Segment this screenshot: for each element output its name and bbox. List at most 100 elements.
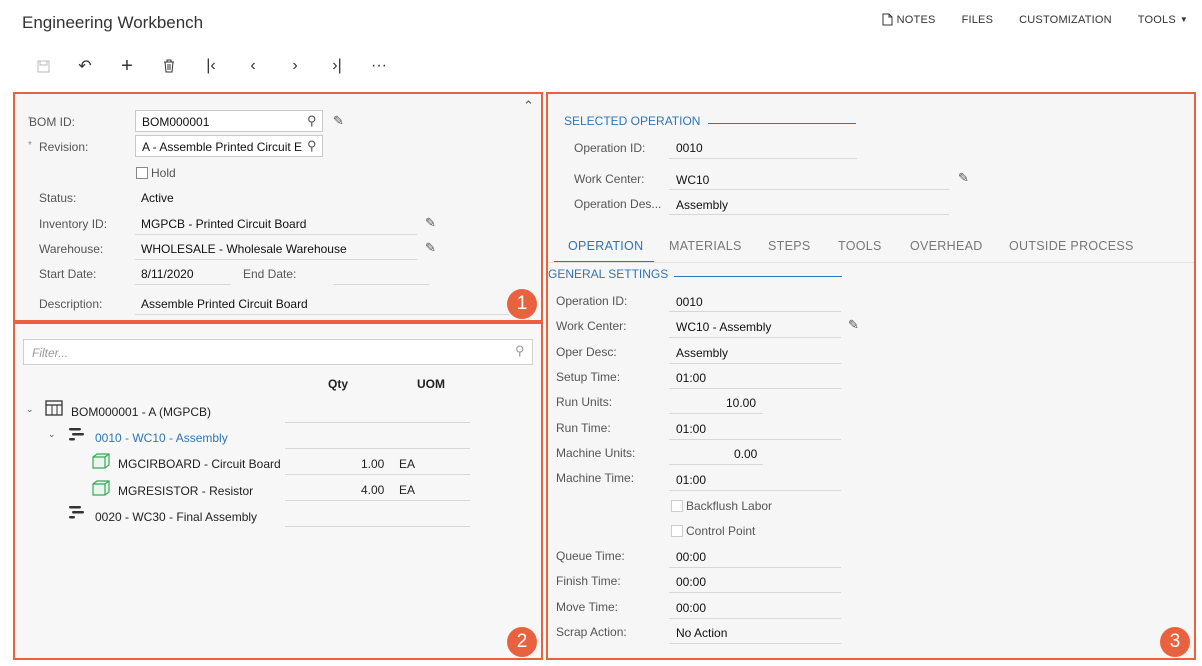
move-time-value[interactable]: 00:00 bbox=[676, 601, 706, 615]
tab-steps[interactable]: STEPS bbox=[768, 239, 811, 253]
prev-button[interactable]: ‹ bbox=[232, 54, 274, 78]
work-center-value[interactable]: WC10 - Assembly bbox=[676, 320, 771, 334]
hold-label: Hold bbox=[151, 166, 176, 180]
status-label: Status: bbox=[39, 191, 77, 205]
start-date-label: Start Date: bbox=[39, 267, 97, 281]
status-value: Active bbox=[141, 191, 174, 205]
first-button[interactable]: |‹ bbox=[190, 54, 232, 78]
backflush-labor-label: Backflush Labor bbox=[686, 499, 773, 513]
description-value[interactable]: Assemble Printed Circuit Board bbox=[141, 297, 308, 311]
toolbar: ↶ + |‹ ‹ › ›| ··· bbox=[22, 54, 400, 78]
machine-time-label: Machine Time: bbox=[556, 471, 635, 485]
prev-icon: ‹ bbox=[250, 57, 256, 74]
run-units-value[interactable]: 10.00 bbox=[726, 396, 756, 410]
warehouse-value[interactable]: WHOLESALE - Wholesale Warehouse bbox=[141, 242, 347, 256]
column-header-qty: Qty bbox=[328, 377, 349, 391]
column-header-uom: UOM bbox=[417, 377, 445, 391]
bom-table-icon bbox=[45, 400, 63, 416]
search-icon[interactable]: ⚲ bbox=[307, 113, 317, 129]
tree-node-label: BOM000001 - A (MGPCB) bbox=[71, 405, 212, 419]
move-time-label: Move Time: bbox=[556, 600, 619, 614]
scrap-action-value[interactable]: No Action bbox=[676, 626, 727, 640]
work-center-label: Work Center: bbox=[574, 172, 645, 186]
start-date-value[interactable]: 8/11/2020 bbox=[141, 267, 194, 281]
filter-input[interactable]: Filter... bbox=[23, 339, 533, 365]
tab-outside-process[interactable]: OUTSIDE PROCESS bbox=[1009, 239, 1134, 253]
collapse-icon[interactable]: ⌃ bbox=[523, 98, 534, 114]
setup-time-label: Setup Time: bbox=[556, 370, 621, 384]
finish-time-label: Finish Time: bbox=[556, 574, 621, 588]
oper-desc-label: Oper Desc: bbox=[556, 345, 617, 359]
finish-time-value[interactable]: 00:00 bbox=[676, 575, 706, 589]
chevron-down-icon[interactable]: ⌄ bbox=[48, 429, 56, 440]
save-icon bbox=[37, 60, 49, 72]
operation-id-label: Operation ID: bbox=[574, 141, 646, 155]
undo-icon: ↶ bbox=[78, 58, 92, 75]
tab-materials[interactable]: MATERIALS bbox=[669, 239, 742, 253]
notes-label: NOTES bbox=[896, 13, 936, 26]
machine-time-value[interactable]: 01:00 bbox=[676, 473, 706, 487]
inventory-id-value[interactable]: MGPCB - Printed Circuit Board bbox=[141, 217, 306, 231]
revision-field[interactable]: A - Assemble Printed Circuit E bbox=[135, 135, 323, 157]
add-icon: + bbox=[121, 54, 133, 77]
end-date-label: End Date: bbox=[243, 267, 297, 281]
callout-badge-1: 1 bbox=[507, 289, 537, 319]
add-button[interactable]: + bbox=[106, 54, 148, 78]
customization-link[interactable]: CUSTOMIZATION bbox=[1019, 13, 1112, 26]
operation-desc-value[interactable]: Assembly bbox=[676, 198, 728, 212]
pencil-icon[interactable]: ✎ bbox=[425, 215, 436, 231]
queue-time-value[interactable]: 00:00 bbox=[676, 550, 706, 564]
qty-value: 1.00 bbox=[361, 457, 385, 471]
last-button[interactable]: ›| bbox=[316, 54, 358, 78]
callout-badge-3: 3 bbox=[1160, 627, 1190, 657]
save-button[interactable] bbox=[22, 54, 64, 78]
top-nav: NOTES FILES CUSTOMIZATION TOOLS ▼ bbox=[882, 13, 1188, 26]
cube-icon bbox=[92, 480, 110, 496]
run-time-value[interactable]: 01:00 bbox=[676, 422, 706, 436]
more-button[interactable]: ··· bbox=[358, 54, 400, 78]
tools-menu[interactable]: TOOLS ▼ bbox=[1138, 13, 1188, 26]
work-center-label: Work Center: bbox=[556, 319, 627, 333]
pencil-icon[interactable]: ✎ bbox=[958, 170, 969, 186]
setup-time-value[interactable]: 01:00 bbox=[676, 371, 706, 385]
trash-icon bbox=[164, 59, 174, 73]
control-point-checkbox[interactable] bbox=[671, 525, 683, 537]
warehouse-label: Warehouse: bbox=[39, 242, 104, 256]
search-icon[interactable]: ⚲ bbox=[307, 138, 317, 154]
control-point-label: Control Point bbox=[686, 524, 756, 538]
op-id-value[interactable]: 0010 bbox=[676, 295, 703, 309]
hold-checkbox[interactable] bbox=[136, 167, 148, 179]
work-center-value[interactable]: WC10 bbox=[676, 173, 709, 187]
undo-button[interactable]: ↶ bbox=[64, 54, 106, 78]
page-title: Engineering Workbench bbox=[22, 13, 204, 32]
next-button[interactable]: › bbox=[274, 54, 316, 78]
notes-link[interactable]: NOTES bbox=[882, 13, 936, 26]
oper-desc-value[interactable]: Assembly bbox=[676, 346, 728, 360]
bom-id-value: BOM000001 bbox=[142, 115, 210, 129]
bom-summary-panel: ⌃ BOM ID: * BOM000001 ⚲ ✎ Revision: * A … bbox=[13, 92, 543, 322]
pencil-icon[interactable]: ✎ bbox=[425, 240, 436, 256]
first-icon: |‹ bbox=[206, 57, 216, 74]
search-icon[interactable]: ⚲ bbox=[515, 343, 525, 359]
bom-id-label: BOM ID: bbox=[29, 115, 76, 129]
description-label: Description: bbox=[39, 297, 103, 311]
machine-units-label: Machine Units: bbox=[556, 446, 636, 460]
tab-overhead[interactable]: OVERHEAD bbox=[910, 239, 983, 253]
tab-operation[interactable]: OPERATION bbox=[568, 239, 643, 253]
inventory-id-label: Inventory ID: bbox=[39, 217, 108, 231]
uom-value: EA bbox=[399, 457, 416, 471]
general-settings-header: GENERAL SETTINGS bbox=[548, 267, 669, 281]
bom-id-field[interactable]: BOM000001 bbox=[135, 110, 323, 132]
selected-operation-header: SELECTED OPERATION bbox=[564, 114, 701, 128]
machine-units-value[interactable]: 0.00 bbox=[734, 447, 757, 461]
delete-button[interactable] bbox=[148, 54, 190, 78]
pencil-icon[interactable]: ✎ bbox=[333, 113, 344, 129]
tab-tools[interactable]: TOOLS bbox=[838, 239, 882, 253]
backflush-labor-checkbox[interactable] bbox=[671, 500, 683, 512]
caret-down-icon: ▼ bbox=[1179, 15, 1188, 24]
pencil-icon[interactable]: ✎ bbox=[848, 317, 859, 333]
operation-detail-panel: SELECTED OPERATION Operation ID: 0010 Wo… bbox=[546, 92, 1196, 660]
files-link[interactable]: FILES bbox=[962, 13, 994, 26]
chevron-down-icon[interactable]: ⌄ bbox=[26, 404, 34, 415]
operation-icon bbox=[69, 428, 84, 441]
